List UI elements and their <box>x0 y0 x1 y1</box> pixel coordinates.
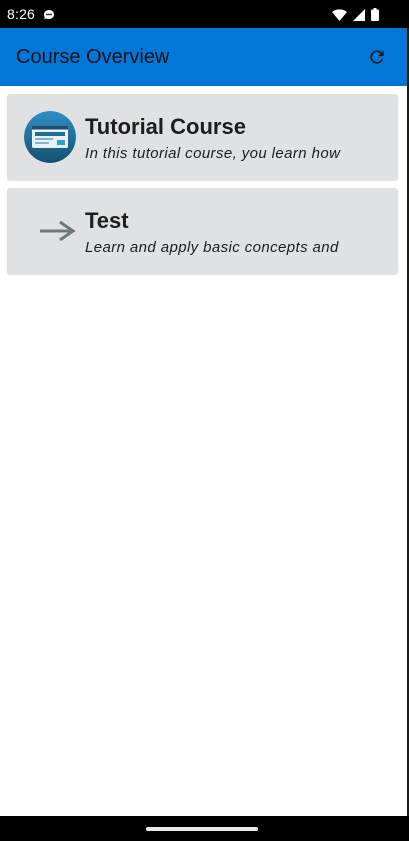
course-card-test[interactable]: Test Learn and apply basic concepts and <box>7 188 398 274</box>
course-list: Tutorial Course In this tutorial course,… <box>7 94 398 282</box>
course-title: Tutorial Course <box>85 114 246 139</box>
page-title: Course Overview <box>16 46 170 68</box>
refresh-icon[interactable] <box>367 47 387 67</box>
tutorial-course-icon <box>24 111 76 163</box>
chat-notification-icon <box>43 8 57 26</box>
course-description: Learn and apply basic concepts and <box>85 239 339 256</box>
course-title: Test <box>85 208 129 233</box>
cellular-signal-icon <box>353 8 365 26</box>
arrow-right-icon <box>24 205 76 257</box>
home-gesture-handle[interactable] <box>146 827 258 831</box>
wifi-icon <box>332 8 347 26</box>
status-time: 8:26 <box>7 6 36 22</box>
app-bar: Course Overview <box>0 28 409 86</box>
course-description: In this tutorial course, you learn how <box>85 145 341 162</box>
navigation-bar <box>0 816 409 841</box>
course-card-tutorial[interactable]: Tutorial Course In this tutorial course,… <box>7 94 398 180</box>
battery-icon <box>371 8 379 26</box>
status-bar: 8:26 <box>0 0 409 28</box>
